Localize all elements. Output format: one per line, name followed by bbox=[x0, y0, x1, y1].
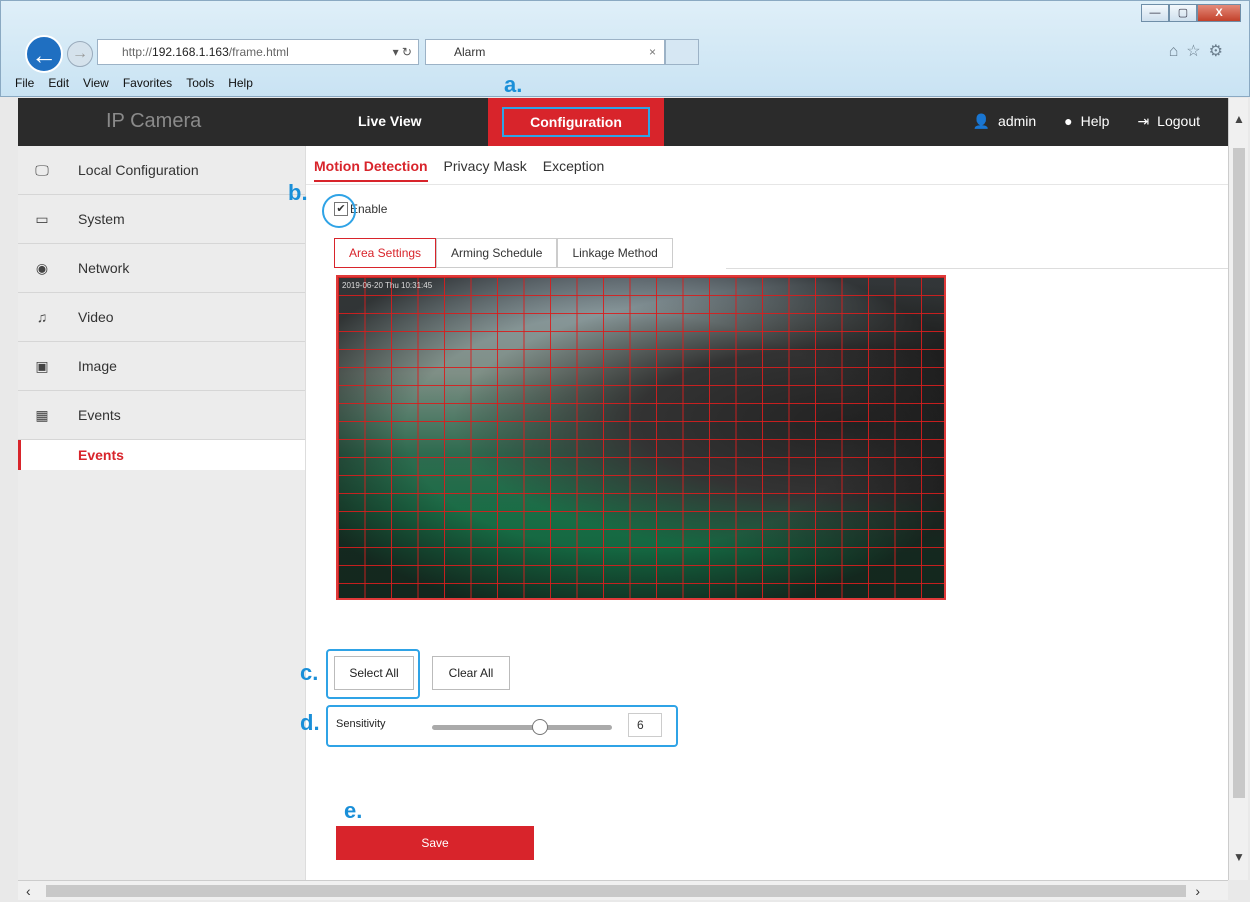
globe-icon: ◉ bbox=[35, 259, 49, 276]
back-arrow-icon[interactable]: ← bbox=[25, 35, 63, 73]
app-logo: IP Camera bbox=[106, 110, 202, 132]
annotation-a: a. bbox=[504, 72, 523, 97]
vertical-scrollbar[interactable]: ▲ ▼ bbox=[1228, 98, 1248, 880]
video-osd-timestamp: 2019-06-20 Thu 10:31:45 bbox=[342, 281, 433, 290]
nav-configuration[interactable]: Configuration bbox=[488, 98, 664, 146]
minimize-button[interactable]: — bbox=[1141, 4, 1169, 22]
help-label: Help bbox=[1080, 113, 1110, 129]
url-prefix: http:// bbox=[122, 45, 153, 59]
subtabs: Motion Detection Privacy Mask Exception bbox=[314, 158, 604, 182]
url-host: 192.168.1.163 bbox=[152, 45, 229, 59]
header-user-links: 👤 admin ● Help ⇥ Logout bbox=[973, 113, 1200, 130]
logout-label: Logout bbox=[1157, 113, 1200, 129]
tab-exception[interactable]: Exception bbox=[543, 158, 604, 182]
close-window-button[interactable]: X bbox=[1197, 4, 1241, 22]
sensitivity-label: Sensitivity bbox=[336, 718, 386, 730]
annotation-d: d. bbox=[300, 710, 320, 735]
url-path: /frame.html bbox=[228, 45, 289, 59]
window-controls: — ▢ X bbox=[1141, 4, 1241, 22]
menu-file[interactable]: File bbox=[15, 76, 34, 96]
app-header: IP Camera Live View Configuration 👤 admin… bbox=[18, 98, 1228, 146]
tab-arming-schedule[interactable]: Arming Schedule bbox=[436, 238, 558, 268]
scroll-thumb[interactable] bbox=[1233, 148, 1245, 798]
main-content: Motion Detection Privacy Mask Exception … bbox=[306, 146, 1228, 880]
sidebar-item-label: Video bbox=[78, 309, 114, 325]
configuration-label: Configuration bbox=[502, 107, 650, 137]
scroll-right-icon[interactable]: › bbox=[1195, 883, 1200, 899]
user-icon: 👤 bbox=[972, 113, 991, 129]
sidebar-item-video[interactable]: ♫ Video bbox=[18, 293, 305, 342]
browser-tab[interactable]: Alarm × bbox=[425, 39, 665, 65]
address-bar[interactable]: http://192.168.1.163/frame.html ▾ ↻ bbox=[97, 39, 419, 65]
tab-linkage-method[interactable]: Linkage Method bbox=[557, 238, 673, 268]
nav-live-view[interactable]: Live View bbox=[358, 113, 422, 129]
menu-tools[interactable]: Tools bbox=[186, 76, 214, 96]
tab-title: Alarm bbox=[454, 45, 486, 59]
sidebar-item-image[interactable]: ▣ Image bbox=[18, 342, 305, 391]
sidebar-item-local-configuration[interactable]: 🖵 Local Configuration bbox=[18, 146, 305, 195]
help-link[interactable]: ● Help bbox=[1064, 113, 1109, 130]
divider bbox=[726, 268, 1228, 269]
scroll-left-icon[interactable]: ‹ bbox=[26, 883, 31, 899]
sidebar-item-label: Image bbox=[78, 358, 117, 374]
slider-knob[interactable] bbox=[532, 719, 548, 735]
calendar-icon: ▦ bbox=[35, 406, 49, 423]
browser-chrome: — ▢ X ← → http://192.168.1.163/frame.htm… bbox=[0, 0, 1250, 97]
menu-bar: File Edit View Favorites Tools Help bbox=[15, 76, 253, 96]
scroll-up-icon[interactable]: ▲ bbox=[1233, 112, 1245, 126]
forward-arrow-icon[interactable]: → bbox=[67, 41, 93, 67]
toolbar-icons[interactable]: ⌂☆⚙ bbox=[1169, 41, 1231, 61]
divider bbox=[306, 184, 1228, 185]
sidebar-item-label: Network bbox=[78, 260, 130, 276]
sensitivity-slider[interactable] bbox=[432, 719, 612, 735]
menu-edit[interactable]: Edit bbox=[48, 76, 69, 96]
sidebar-item-network[interactable]: ◉ Network bbox=[18, 244, 305, 293]
save-button[interactable]: Save bbox=[336, 826, 534, 860]
sidebar-item-events[interactable]: ▦ Events bbox=[18, 391, 305, 440]
user-name: admin bbox=[998, 113, 1037, 129]
user-link[interactable]: 👤 admin bbox=[973, 113, 1037, 130]
window-icon: ▭ bbox=[35, 210, 49, 227]
clear-all-button[interactable]: Clear All bbox=[432, 656, 510, 690]
tab-privacy-mask[interactable]: Privacy Mask bbox=[444, 158, 527, 182]
menu-help[interactable]: Help bbox=[228, 76, 253, 96]
sensitivity-input[interactable]: 6 bbox=[628, 713, 662, 737]
annotation-c: c. bbox=[300, 660, 319, 685]
menu-view[interactable]: View bbox=[83, 76, 109, 96]
horizontal-scrollbar[interactable]: ‹ › bbox=[18, 880, 1228, 900]
monitor-icon: 🖵 bbox=[35, 161, 49, 178]
new-tab-button[interactable] bbox=[665, 39, 699, 65]
enable-highlight bbox=[322, 194, 356, 228]
menu-favorites[interactable]: Favorites bbox=[123, 76, 172, 96]
maximize-button[interactable]: ▢ bbox=[1169, 4, 1197, 22]
logout-link[interactable]: ⇥ Logout bbox=[1137, 113, 1200, 130]
motion-area-grid[interactable]: 2019-06-20 Thu 10:31:45 bbox=[336, 275, 946, 600]
info-icon: ● bbox=[1064, 113, 1073, 129]
sidebar-item-label: Local Configuration bbox=[78, 162, 199, 178]
logout-icon: ⇥ bbox=[1137, 113, 1150, 129]
annotation-e: e. bbox=[344, 798, 363, 823]
tab-close-icon[interactable]: × bbox=[649, 40, 656, 64]
refresh-icon[interactable]: ▾ ↻ bbox=[393, 40, 412, 64]
select-all-button[interactable]: Select All bbox=[334, 656, 414, 690]
image-icon: ▣ bbox=[35, 357, 49, 374]
sidebar-subitem-events[interactable]: Events bbox=[18, 440, 305, 470]
sidebar-item-label: Events bbox=[78, 407, 121, 423]
sidebar: 🖵 Local Configuration ▭ System ◉ Network… bbox=[18, 146, 306, 880]
scroll-down-icon[interactable]: ▼ bbox=[1233, 850, 1245, 864]
detection-grid[interactable] bbox=[338, 277, 944, 598]
sidebar-item-system[interactable]: ▭ System bbox=[18, 195, 305, 244]
annotation-b: b. bbox=[288, 180, 308, 205]
mic-icon: ♫ bbox=[36, 309, 48, 325]
sidebar-item-label: System bbox=[78, 211, 125, 227]
scroll-thumb[interactable] bbox=[46, 885, 1186, 897]
tab-motion-detection[interactable]: Motion Detection bbox=[314, 158, 428, 182]
step-tabs: Area Settings Arming Schedule Linkage Me… bbox=[334, 238, 673, 268]
tab-area-settings[interactable]: Area Settings bbox=[334, 238, 437, 268]
